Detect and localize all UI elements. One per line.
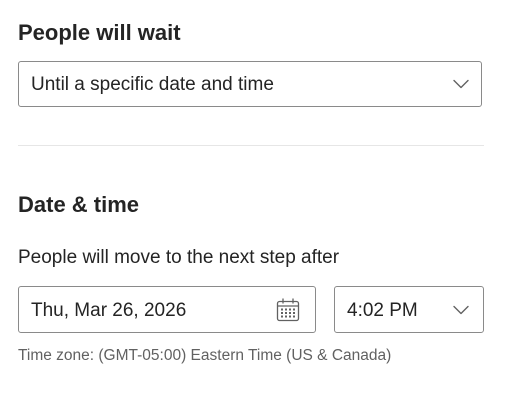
wait-type-dropdown[interactable]: Until a specific date and time (18, 61, 482, 107)
date-value: Thu, Mar 26, 2026 (31, 300, 187, 321)
move-after-label: People will move to the next step after (18, 247, 340, 268)
people-will-wait-heading: People will wait (18, 20, 181, 45)
time-value: 4:02 PM (347, 300, 418, 321)
section-divider (18, 145, 484, 146)
calendar-icon[interactable] (275, 297, 301, 323)
date-time-heading: Date & time (18, 192, 140, 217)
chevron-down-icon (453, 79, 469, 89)
chevron-down-icon (453, 305, 469, 315)
wait-type-selected-value: Until a specific date and time (31, 74, 274, 95)
time-dropdown[interactable]: 4:02 PM (334, 286, 484, 333)
timezone-note: Time zone: (GMT-05:00) Eastern Time (US … (18, 347, 392, 364)
date-picker-input[interactable]: Thu, Mar 26, 2026 (18, 286, 316, 333)
